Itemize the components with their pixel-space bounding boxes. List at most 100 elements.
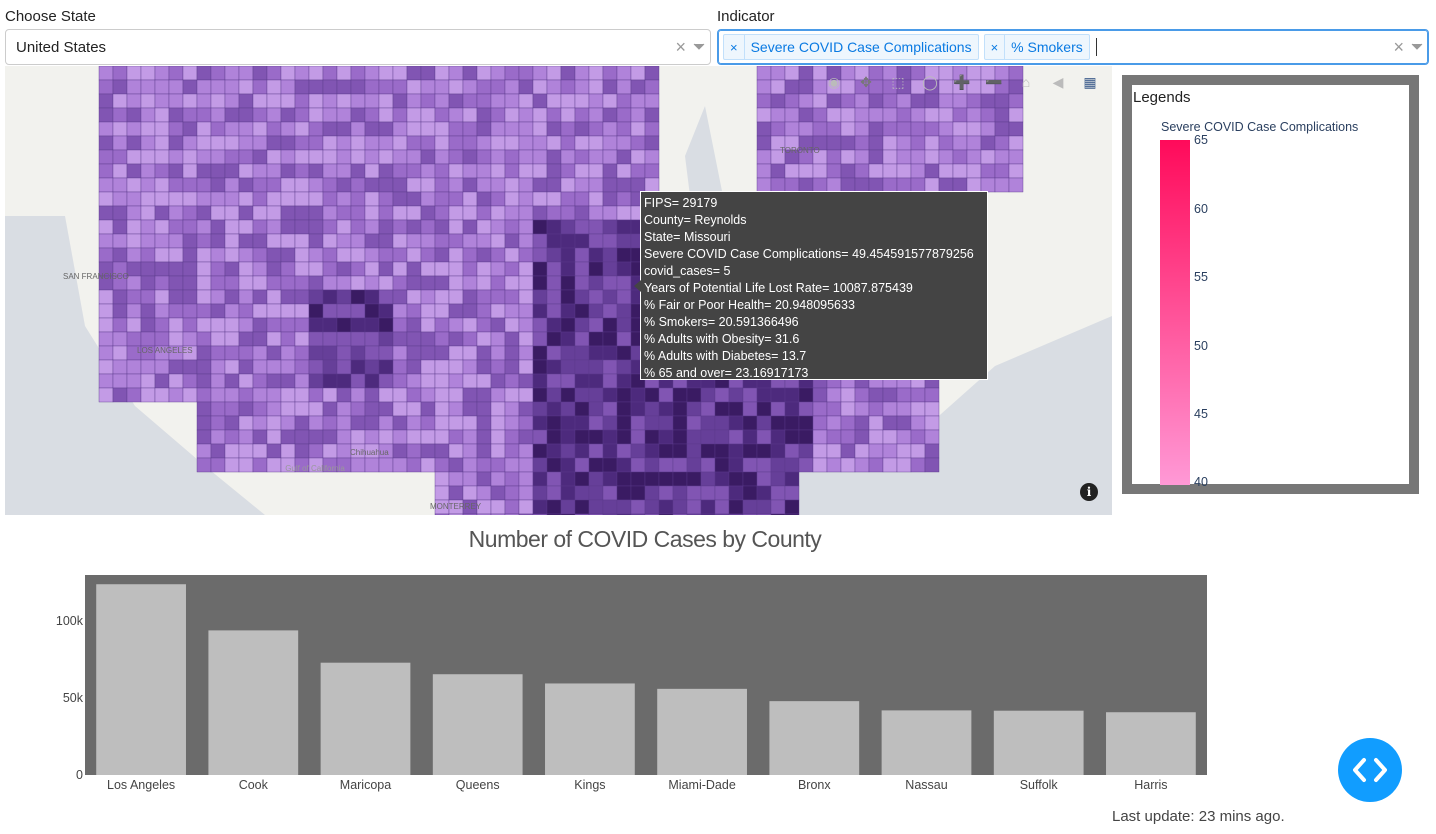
tag-remove-icon[interactable]: × — [985, 35, 1006, 59]
tooltip-line: Severe COVID Case Complications= 49.4545… — [644, 247, 974, 261]
camera-icon[interactable]: ◉ — [820, 71, 848, 93]
indicator-clear-icon[interactable]: × — [1393, 30, 1404, 64]
box-select-icon[interactable]: ⬚ — [884, 71, 912, 93]
county-cell — [784, 513, 800, 515]
county-cell — [686, 429, 702, 445]
county-cell — [476, 415, 492, 431]
lasso-icon[interactable]: ◯ — [916, 71, 944, 93]
county-cell — [224, 345, 240, 361]
county-cell — [546, 66, 562, 81]
bar[interactable] — [96, 584, 186, 775]
county-cell — [406, 163, 422, 179]
county-cell — [280, 387, 296, 403]
county-cell — [154, 205, 170, 221]
plotly-logo-icon[interactable]: ▦ — [1076, 71, 1104, 93]
bar[interactable] — [657, 688, 747, 775]
county-cell — [546, 177, 562, 193]
county-cell — [378, 191, 394, 207]
county-cell — [490, 79, 506, 95]
bar[interactable] — [432, 674, 523, 775]
county-cell — [896, 93, 912, 109]
county-cell — [756, 177, 772, 193]
county-cell — [266, 275, 282, 291]
county-cell — [966, 135, 982, 151]
county-cell — [434, 457, 450, 473]
zoom-out-icon[interactable]: ➖ — [980, 71, 1008, 93]
county-cell — [966, 107, 982, 123]
county-cell — [112, 205, 128, 221]
bar[interactable] — [1106, 712, 1196, 775]
county-cell — [210, 275, 226, 291]
map-place-label: Gulf of California — [285, 464, 345, 473]
county-cell — [182, 303, 198, 319]
bar-chart[interactable]: Los Angeles Cook Maricopa Queens Kings Miami-… — [0, 565, 1300, 805]
county-cell — [616, 135, 632, 151]
county-cell — [294, 303, 310, 319]
county-cell — [546, 471, 562, 487]
indicator-select[interactable]: × Severe COVID Case Complications × % Sm… — [717, 29, 1429, 65]
county-cell — [616, 471, 632, 487]
bar[interactable] — [208, 630, 299, 775]
county-cell — [280, 261, 296, 277]
bar[interactable] — [993, 710, 1084, 775]
tag-remove-icon[interactable]: × — [724, 35, 745, 59]
county-cell — [336, 429, 352, 445]
county-cell — [336, 387, 352, 403]
county-cell — [98, 345, 114, 361]
county-cell — [854, 163, 870, 179]
bar[interactable] — [320, 662, 411, 775]
county-cell — [434, 331, 450, 347]
county-cell — [378, 93, 394, 109]
county-cell — [126, 261, 142, 277]
hover-tooltip: FIPS= 29179 County= Reynolds State= Miss… — [634, 191, 988, 380]
pan-icon[interactable]: ✥ — [852, 71, 880, 93]
code-icon[interactable] — [1338, 738, 1402, 802]
home-icon[interactable]: ⌂ — [1012, 71, 1040, 93]
county-cell — [392, 247, 408, 263]
county-cell — [196, 457, 212, 473]
county-cell — [420, 331, 436, 347]
zoom-in-icon[interactable]: ➕ — [948, 71, 976, 93]
bar[interactable] — [881, 710, 972, 775]
county-cell — [924, 457, 940, 473]
county-cell — [868, 163, 884, 179]
county-cell — [854, 93, 870, 109]
county-cell — [490, 163, 506, 179]
info-icon[interactable]: i — [1080, 483, 1098, 501]
county-cell — [742, 415, 758, 431]
county-cell — [490, 177, 506, 193]
county-cell — [448, 485, 464, 501]
county-cell — [182, 177, 198, 193]
county-cell — [406, 261, 422, 277]
county-cell — [490, 205, 506, 221]
county-cell — [490, 457, 506, 473]
reset-icon[interactable]: ◀ — [1044, 71, 1072, 93]
chevron-down-icon[interactable] — [1411, 30, 1423, 64]
county-cell — [924, 93, 940, 109]
county-cell — [322, 289, 338, 305]
bar[interactable] — [545, 683, 635, 775]
state-select[interactable]: United States × — [5, 29, 711, 65]
county-cell — [644, 401, 660, 417]
county-cell — [350, 177, 366, 193]
county-cell — [112, 247, 128, 263]
county-cell — [448, 429, 464, 445]
county-cell — [882, 429, 898, 445]
county-cell — [126, 387, 142, 403]
county-cell — [196, 93, 212, 109]
county-cell — [588, 373, 604, 389]
county-cell — [854, 415, 870, 431]
county-cell — [280, 79, 296, 95]
bar[interactable] — [769, 701, 860, 775]
county-cell — [420, 247, 436, 263]
county-cell — [910, 401, 926, 417]
chevron-down-icon[interactable] — [693, 30, 705, 64]
county-cell — [462, 233, 478, 249]
county-cell — [574, 317, 590, 333]
county-cell — [588, 485, 604, 501]
county-cell — [462, 345, 478, 361]
county-cell — [672, 401, 688, 417]
county-cell — [630, 401, 646, 417]
county-cell — [448, 401, 464, 417]
state-clear-icon[interactable]: × — [675, 30, 686, 64]
